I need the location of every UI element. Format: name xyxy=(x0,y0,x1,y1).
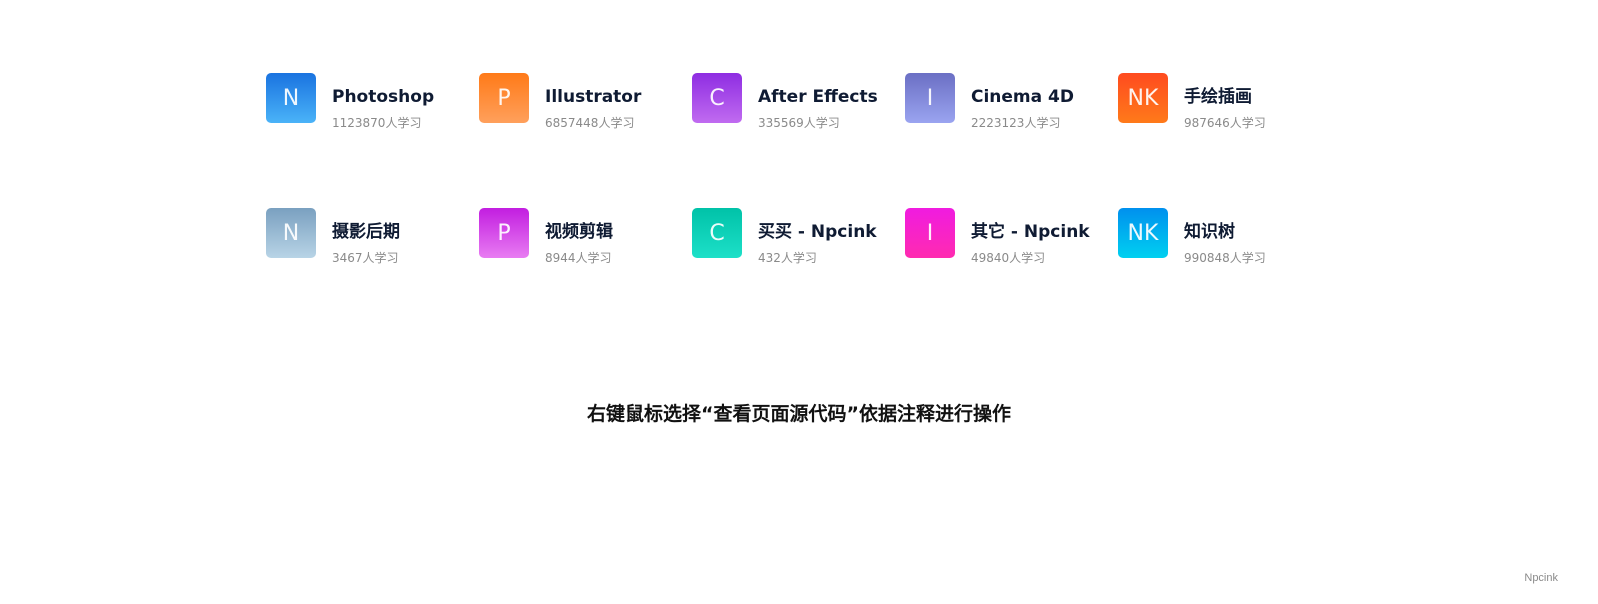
course-card[interactable]: NK 手绘插画 987646人学习 xyxy=(1118,73,1331,137)
course-title[interactable]: Cinema 4D xyxy=(971,86,1074,108)
course-card[interactable]: I 其它 - Npcink 49840人学习 xyxy=(905,208,1118,272)
course-icon: C xyxy=(692,208,742,258)
course-title[interactable]: 摄影后期 xyxy=(332,221,400,243)
course-card[interactable]: P Illustrator 6857448人学习 xyxy=(479,73,692,137)
course-info: 摄影后期 3467人学习 xyxy=(332,208,400,266)
learner-count: 990848人学习 xyxy=(1184,251,1266,265)
course-icon: N xyxy=(266,208,316,258)
course-card[interactable]: NK 知识树 990848人学习 xyxy=(1118,208,1331,272)
learner-count: 432人学习 xyxy=(758,251,817,265)
learner-count: 6857448人学习 xyxy=(545,116,635,130)
course-icon: NK xyxy=(1118,208,1168,258)
course-title[interactable]: 知识树 xyxy=(1184,221,1266,243)
course-title[interactable]: 视频剪辑 xyxy=(545,221,613,243)
course-card[interactable]: I Cinema 4D 2223123人学习 xyxy=(905,73,1118,137)
course-info: 买买 - Npcink 432人学习 xyxy=(758,208,877,266)
learner-count: 3467人学习 xyxy=(332,251,399,265)
course-title[interactable]: 手绘插画 xyxy=(1184,86,1266,108)
course-card[interactable]: P 视频剪辑 8944人学习 xyxy=(479,208,692,272)
source-code-notice: 右键鼠标选择“查看页面源代码”依据注释进行操作 xyxy=(587,403,1011,425)
course-card[interactable]: C 买买 - Npcink 432人学习 xyxy=(692,208,905,272)
course-icon: P xyxy=(479,208,529,258)
course-title[interactable]: 买买 - Npcink xyxy=(758,221,877,243)
course-icon: P xyxy=(479,73,529,123)
learner-count: 987646人学习 xyxy=(1184,116,1266,130)
course-card[interactable]: N 摄影后期 3467人学习 xyxy=(266,208,479,272)
course-info: 其它 - Npcink 49840人学习 xyxy=(971,208,1090,266)
course-info: Cinema 4D 2223123人学习 xyxy=(971,73,1074,131)
course-card[interactable]: C After Effects 335569人学习 xyxy=(692,73,905,137)
course-icon: I xyxy=(905,208,955,258)
learner-count: 335569人学习 xyxy=(758,116,840,130)
course-row: N Photoshop 1123870人学习 P Illustrator 685… xyxy=(266,73,1336,137)
course-grid: N Photoshop 1123870人学习 P Illustrator 685… xyxy=(266,73,1336,343)
course-icon: N xyxy=(266,73,316,123)
course-card[interactable]: N Photoshop 1123870人学习 xyxy=(266,73,479,137)
course-info: 手绘插画 987646人学习 xyxy=(1184,73,1266,131)
learner-count: 8944人学习 xyxy=(545,251,612,265)
course-title[interactable]: After Effects xyxy=(758,86,878,108)
course-info: Photoshop 1123870人学习 xyxy=(332,73,434,131)
learner-count: 49840人学习 xyxy=(971,251,1046,265)
learner-count: 2223123人学习 xyxy=(971,116,1061,130)
course-info: Illustrator 6857448人学习 xyxy=(545,73,641,131)
course-icon: NK xyxy=(1118,73,1168,123)
course-info: After Effects 335569人学习 xyxy=(758,73,878,131)
course-icon: I xyxy=(905,73,955,123)
course-title[interactable]: Illustrator xyxy=(545,86,641,108)
course-icon: C xyxy=(692,73,742,123)
course-title[interactable]: 其它 - Npcink xyxy=(971,221,1090,243)
learner-count: 1123870人学习 xyxy=(332,116,422,130)
course-title[interactable]: Photoshop xyxy=(332,86,434,108)
page: N Photoshop 1123870人学习 P Illustrator 685… xyxy=(0,0,1598,604)
course-info: 知识树 990848人学习 xyxy=(1184,208,1266,266)
course-info: 视频剪辑 8944人学习 xyxy=(545,208,613,266)
course-row: N 摄影后期 3467人学习 P 视频剪辑 8944人学习 C 买买 - Npc… xyxy=(266,208,1336,272)
credit-link[interactable]: Npcink xyxy=(1524,572,1558,584)
